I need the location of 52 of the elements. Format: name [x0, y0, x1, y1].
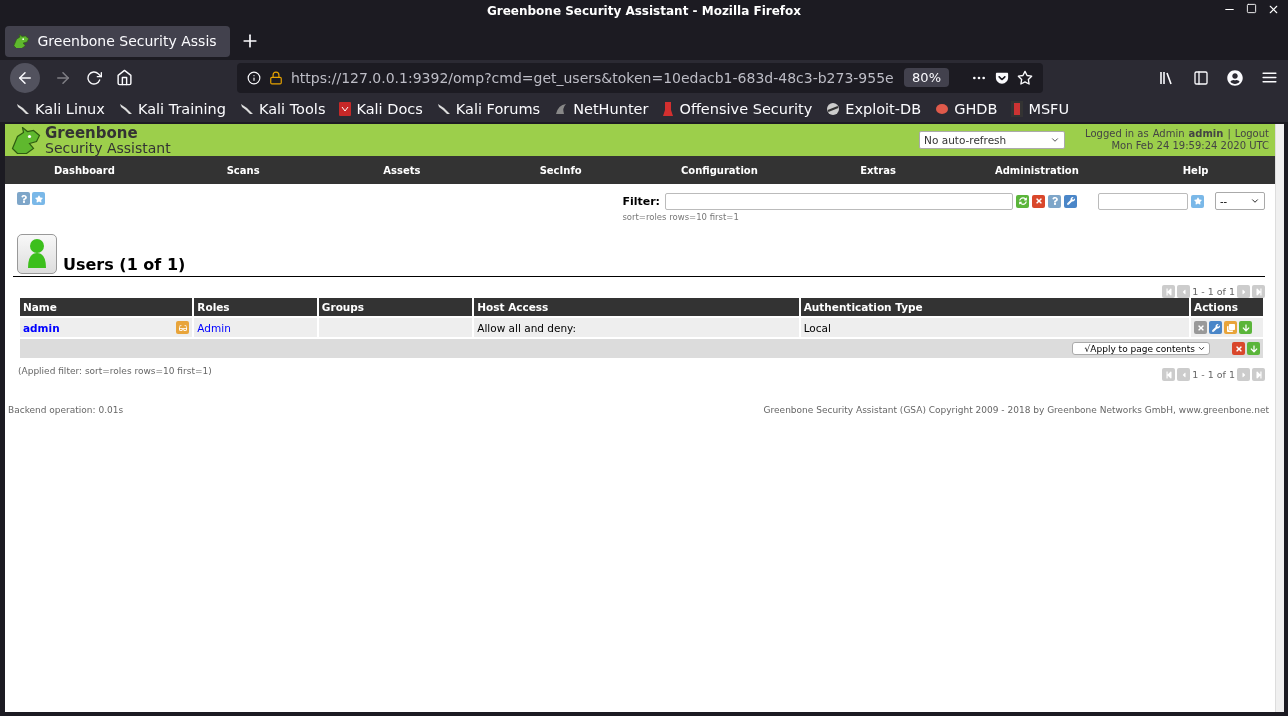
menu-item[interactable]: Help: [1116, 156, 1275, 184]
applied-filter: (Applied filter: sort=roles rows=10 first=1): [18, 365, 212, 376]
refresh-select[interactable]: No auto-refresh: [919, 131, 1066, 149]
logo-title: Greenbone: [45, 125, 139, 141]
menu-item[interactable]: Assets: [322, 156, 482, 184]
filter-hint: sort=roles rows=10 first=1: [622, 212, 740, 222]
bookmark-link[interactable]: GHDB: [954, 100, 998, 117]
bookmark-link[interactable]: Kali Docs: [356, 100, 423, 117]
backend-time: Backend operation: 0.01s: [8, 405, 124, 415]
user-link[interactable]: admin: [23, 321, 60, 334]
address-bar[interactable]: https://127.0.0.1:9392/omp?cmd=get_users&token=10edacb1-683d-48c3-b273-955e 80%: [237, 62, 1043, 93]
logout-link[interactable]: Logout: [1234, 127, 1269, 140]
copyright: Greenbone Security Assistant (GSA) Copyright 2009 - 2018 by Greenbone Networks GmbH, www.greenbone.net: [763, 405, 1269, 415]
page-count: 1 - 1 of 1: [1192, 286, 1235, 297]
column-header[interactable]: Host Access: [474, 298, 799, 316]
page-count: 1 - 1 of 1: [1192, 369, 1235, 380]
date-time: Mon Feb 24 19:59:24 2020 UTC: [1111, 140, 1269, 153]
window-title: Greenbone Security Assistant - Mozilla Firefox: [486, 4, 802, 18]
filter-select[interactable]: --: [1215, 192, 1265, 210]
separator: |: [1227, 127, 1231, 140]
column-header[interactable]: Name: [20, 298, 193, 316]
bookmark-link[interactable]: Kali Linux: [35, 100, 105, 117]
user-name: admin: [1188, 127, 1224, 140]
bookmark-link[interactable]: MSFU: [1028, 100, 1070, 117]
bulk-select[interactable]: √Apply to page contents: [1072, 342, 1210, 355]
page-title: Users (1 of 1): [63, 255, 186, 274]
logo-subtitle: Security Assistant: [45, 140, 171, 155]
column-header[interactable]: Groups: [318, 298, 473, 316]
login-label: Logged in as: [1085, 127, 1149, 140]
user-role: Admin: [1152, 127, 1185, 140]
bookmark-link[interactable]: Kali Forums: [455, 100, 541, 117]
browser-tab[interactable]: Greenbone Security Assis: [5, 25, 230, 57]
column-header[interactable]: Actions: [1191, 298, 1263, 316]
url-text: https://127.0.0.1:9392/omp?cmd=get_users&token=10edacb1-683d-48c3-b273-955e: [291, 69, 895, 86]
zoom-level[interactable]: 80%: [904, 68, 949, 87]
bookmark-link[interactable]: Kali Training: [137, 100, 226, 117]
menu-item[interactable]: Dashboard: [5, 156, 164, 184]
column-header[interactable]: Roles: [194, 298, 317, 316]
bookmark-link[interactable]: Exploit-DB: [845, 100, 922, 117]
menu-item[interactable]: Extras: [798, 156, 958, 184]
bookmark-link[interactable]: Offensive Security: [679, 100, 813, 117]
bookmark-link[interactable]: NetHunter: [573, 100, 649, 117]
menu-item[interactable]: Administration: [957, 156, 1117, 184]
menu-item[interactable]: Configuration: [640, 156, 799, 184]
menu-item[interactable]: SecInfo: [481, 156, 640, 184]
table-cell: Allow all and deny:: [474, 318, 799, 337]
bookmark-link[interactable]: Kali Tools: [258, 100, 326, 117]
role-link[interactable]: Admin: [197, 321, 231, 334]
column-header[interactable]: Authentication Type: [800, 298, 1189, 316]
menu-item[interactable]: Scans: [163, 156, 323, 184]
filter-label: Filter:: [622, 194, 660, 208]
table-cell: Local: [800, 318, 1189, 337]
